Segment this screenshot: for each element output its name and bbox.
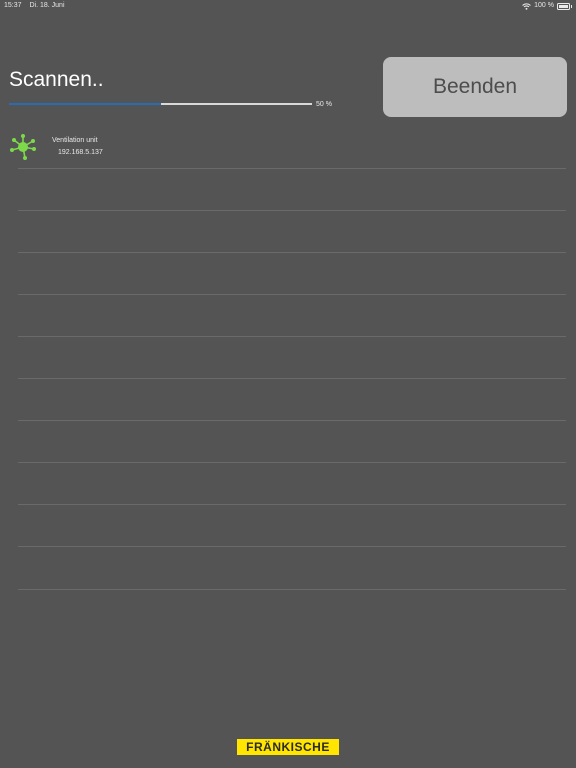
scan-progress-label: 50 %: [316, 101, 332, 108]
status-right: 100 %: [522, 0, 572, 12]
battery-icon: [557, 2, 570, 10]
finish-button[interactable]: Beenden: [383, 57, 567, 117]
status-date: Di. 18. Juni: [29, 2, 65, 9]
list-divider: [18, 252, 566, 253]
battery-percent: 100 %: [534, 2, 554, 9]
scan-progress-bar: [9, 103, 312, 105]
wifi-icon: [522, 2, 531, 10]
page-title: Scannen..: [9, 68, 104, 91]
device-name: Ventilation unit: [52, 137, 98, 144]
network-hub-icon: [10, 134, 36, 160]
status-left: 15:37 Di. 18. Juni: [4, 0, 71, 12]
brand-logo: FRÄNKISCHE: [237, 739, 339, 755]
list-divider: [18, 504, 566, 505]
status-time: 15:37: [4, 2, 22, 9]
list-divider: [18, 546, 566, 547]
list-divider: [18, 294, 566, 295]
list-divider: [18, 420, 566, 421]
list-divider: [18, 589, 566, 590]
list-divider: [18, 336, 566, 337]
list-divider: [18, 168, 566, 169]
scan-progress-fill: [9, 103, 161, 105]
battery-tip: [571, 4, 572, 8]
device-ip: 192.168.5.137: [58, 149, 103, 156]
list-divider: [18, 462, 566, 463]
list-divider: [18, 210, 566, 211]
status-bar: 15:37 Di. 18. Juni 100 %: [0, 0, 576, 12]
list-divider: [18, 378, 566, 379]
